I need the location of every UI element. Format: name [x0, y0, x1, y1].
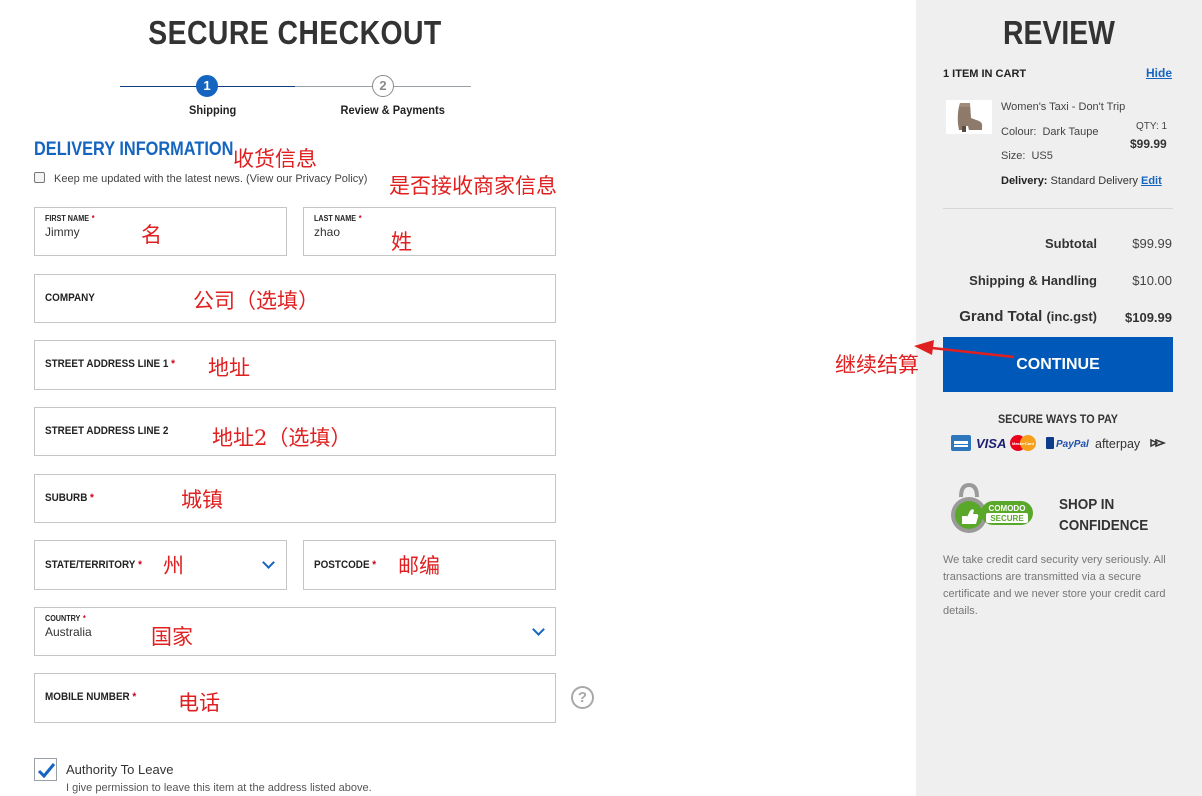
- help-icon[interactable]: ?: [571, 686, 594, 709]
- annotation-continue: 继续结算: [835, 353, 919, 377]
- amex-icon: [951, 435, 971, 451]
- delivery-method: Delivery: Standard Delivery Edit: [1001, 175, 1162, 187]
- authority-to-leave-checkbox[interactable]: [34, 758, 57, 781]
- mobile-number-field[interactable]: MOBILE NUMBER *: [34, 673, 556, 723]
- mastercard-icon: MasterCard: [1010, 435, 1036, 451]
- product-thumbnail[interactable]: [946, 100, 992, 134]
- suburb-field[interactable]: SUBURB *: [34, 474, 556, 523]
- review-title: REVIEW: [1003, 14, 1115, 51]
- grand-total-value: $109.99: [1125, 310, 1172, 325]
- annotation-first-name: 名: [141, 223, 162, 247]
- annotation-delivery-info: 收货信息: [233, 147, 317, 171]
- hide-link[interactable]: Hide: [1146, 66, 1172, 80]
- street-address-1-label: STREET ADDRESS LINE 1 *: [45, 358, 175, 370]
- postcode-label: POSTCODE *: [314, 559, 377, 571]
- annotation-street-2: 地址2（选填）: [212, 426, 352, 450]
- step-1-label[interactable]: Shipping: [189, 103, 236, 117]
- shipping-value: $10.00: [1132, 273, 1172, 288]
- newsletter-checkbox[interactable]: [34, 172, 45, 183]
- subtotal-label: Subtotal: [1045, 236, 1097, 251]
- last-name-value[interactable]: zhao: [314, 225, 340, 239]
- svg-text:COMODO: COMODO: [989, 504, 1026, 513]
- secure-ways-to-pay-label: SECURE WAYS TO PAY: [997, 412, 1119, 426]
- divider: [943, 208, 1173, 209]
- country-value[interactable]: Australia: [45, 625, 92, 639]
- authority-to-leave-label[interactable]: Authority To Leave: [66, 762, 173, 777]
- svg-text:VISA: VISA: [976, 436, 1006, 451]
- shipping-label: Shipping & Handling: [969, 273, 1097, 288]
- cart-item-count: 1 ITEM IN CART: [943, 68, 1027, 80]
- checkmark-icon: [37, 763, 56, 779]
- comodo-secure-badge: COMODO SECURE: [951, 483, 1033, 533]
- security-statement: We take credit card security very seriou…: [943, 554, 1166, 617]
- payment-methods: VISA MasterCard PayPal afterpay: [951, 435, 1167, 451]
- step-2-indicator[interactable]: 2: [372, 75, 394, 97]
- suburb-label: SUBURB *: [45, 492, 94, 504]
- annotation-suburb: 城镇: [181, 488, 223, 512]
- paypal-icon: PayPal: [1046, 437, 1089, 450]
- annotation-country: 国家: [151, 625, 193, 649]
- annotation-street-1: 地址: [208, 356, 250, 380]
- last-name-label: LAST NAME *: [314, 214, 362, 223]
- product-name[interactable]: Women's Taxi - Don't Trip: [1001, 101, 1125, 113]
- street-address-2-label: STREET ADDRESS LINE 2: [45, 425, 169, 437]
- step-2-label[interactable]: Review & Payments: [341, 103, 445, 117]
- shop-in-confidence-label: SHOP IN CONFIDENCE: [1059, 496, 1149, 534]
- chevron-down-icon[interactable]: [262, 556, 275, 569]
- annotation-state: 州: [163, 554, 184, 578]
- last-name-field[interactable]: LAST NAME * zhao: [303, 207, 556, 256]
- svg-text:MasterCard: MasterCard: [1012, 441, 1035, 446]
- first-name-value[interactable]: Jimmy: [45, 225, 80, 239]
- annotation-last-name: 姓: [391, 230, 412, 254]
- annotation-postcode: 邮编: [398, 554, 440, 578]
- svg-text:afterpay: afterpay: [1095, 437, 1141, 451]
- country-label: COUNTRY *: [45, 614, 86, 623]
- annotation-newsletter: 是否接收商家信息: [389, 174, 557, 198]
- mobile-number-label: MOBILE NUMBER *: [45, 691, 137, 703]
- annotation-mobile: 电话: [178, 691, 220, 715]
- step-1-indicator[interactable]: 1: [196, 75, 218, 97]
- product-price: $99.99: [1130, 137, 1167, 151]
- newsletter-label[interactable]: Keep me updated with the latest news. (V…: [54, 173, 367, 185]
- visa-icon: VISA: [976, 436, 1006, 451]
- product-colour: Colour: Dark Taupe: [1001, 126, 1099, 138]
- state-select[interactable]: STATE/TERRITORY *: [34, 540, 287, 590]
- delivery-information-heading: DELIVERY INFORMATION: [34, 139, 234, 160]
- grand-total-label: Grand Total (inc.gst): [959, 308, 1097, 325]
- boot-image: [957, 103, 983, 132]
- first-name-label: FIRST NAME *: [45, 214, 95, 223]
- svg-text:SECURE: SECURE: [990, 514, 1024, 523]
- state-label: STATE/TERRITORY *: [45, 559, 142, 571]
- product-size: Size: US5: [1001, 150, 1053, 162]
- annotation-company: 公司（选填）: [193, 289, 319, 313]
- chevron-down-icon[interactable]: [532, 623, 545, 636]
- svg-text:PayPal: PayPal: [1056, 439, 1089, 450]
- page-title: SECURE CHECKOUT: [148, 14, 442, 51]
- product-quantity: QTY: 1: [1136, 121, 1168, 132]
- subtotal-value: $99.99: [1132, 236, 1172, 251]
- street-address-1-field[interactable]: STREET ADDRESS LINE 1 *: [34, 340, 556, 390]
- afterpay-icon: afterpay: [1095, 437, 1167, 451]
- country-select[interactable]: COUNTRY * Australia: [34, 607, 556, 656]
- company-label: COMPANY: [45, 292, 95, 304]
- authority-to-leave-description: I give permission to leave this item at …: [66, 782, 372, 794]
- edit-delivery-link[interactable]: Edit: [1141, 175, 1162, 187]
